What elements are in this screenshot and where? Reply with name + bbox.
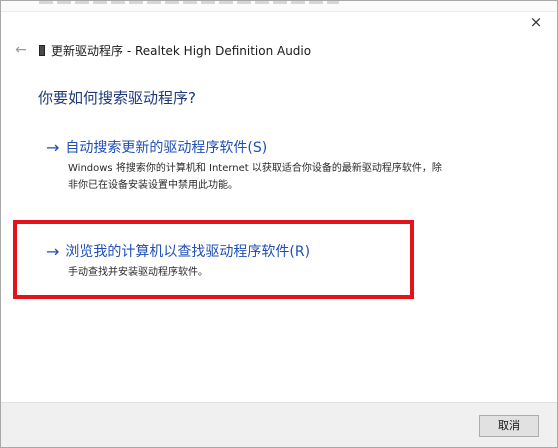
dialog-header: ← 更新驱动程序 - Realtek High Definition Audio [11,39,311,61]
arrow-right-icon: → [46,137,60,157]
page-heading: 你要如何搜索驱动程序? [38,89,196,107]
close-icon[interactable]: × [525,11,547,33]
device-icon [39,44,45,56]
auto-search-description: Windows 将搜索你的计算机和 Internet 以获取适合你设备的最新驱动… [68,163,442,191]
auto-search-option[interactable]: → 自动搜索更新的驱动程序软件(S) Windows 将搜索你的计算机和 Int… [46,136,448,194]
browse-computer-title[interactable]: → 浏览我的计算机以查找驱动程序软件(R) [46,240,448,262]
background-window-fragment [39,1,339,4]
background-window-strip [1,1,557,12]
browse-computer-label[interactable]: 浏览我的计算机以查找驱动程序软件(R) [65,241,310,261]
arrow-right-icon: → [46,241,60,261]
browse-computer-option[interactable]: → 浏览我的计算机以查找驱动程序软件(R) 手动查找并安装驱动程序软件。 [46,240,448,281]
update-driver-dialog: × ← 更新驱动程序 - Realtek High Definition Aud… [0,0,558,448]
cancel-button[interactable]: 取消 [479,415,539,437]
back-arrow-icon[interactable]: ← [11,40,31,60]
window-title: 更新驱动程序 - Realtek High Definition Audio [51,43,312,58]
auto-search-label[interactable]: 自动搜索更新的驱动程序软件(S) [65,137,267,157]
button-bar: 取消 [1,402,557,447]
browse-computer-description: 手动查找并安装驱动程序软件。 [68,267,208,278]
auto-search-title[interactable]: → 自动搜索更新的驱动程序软件(S) [46,136,448,158]
